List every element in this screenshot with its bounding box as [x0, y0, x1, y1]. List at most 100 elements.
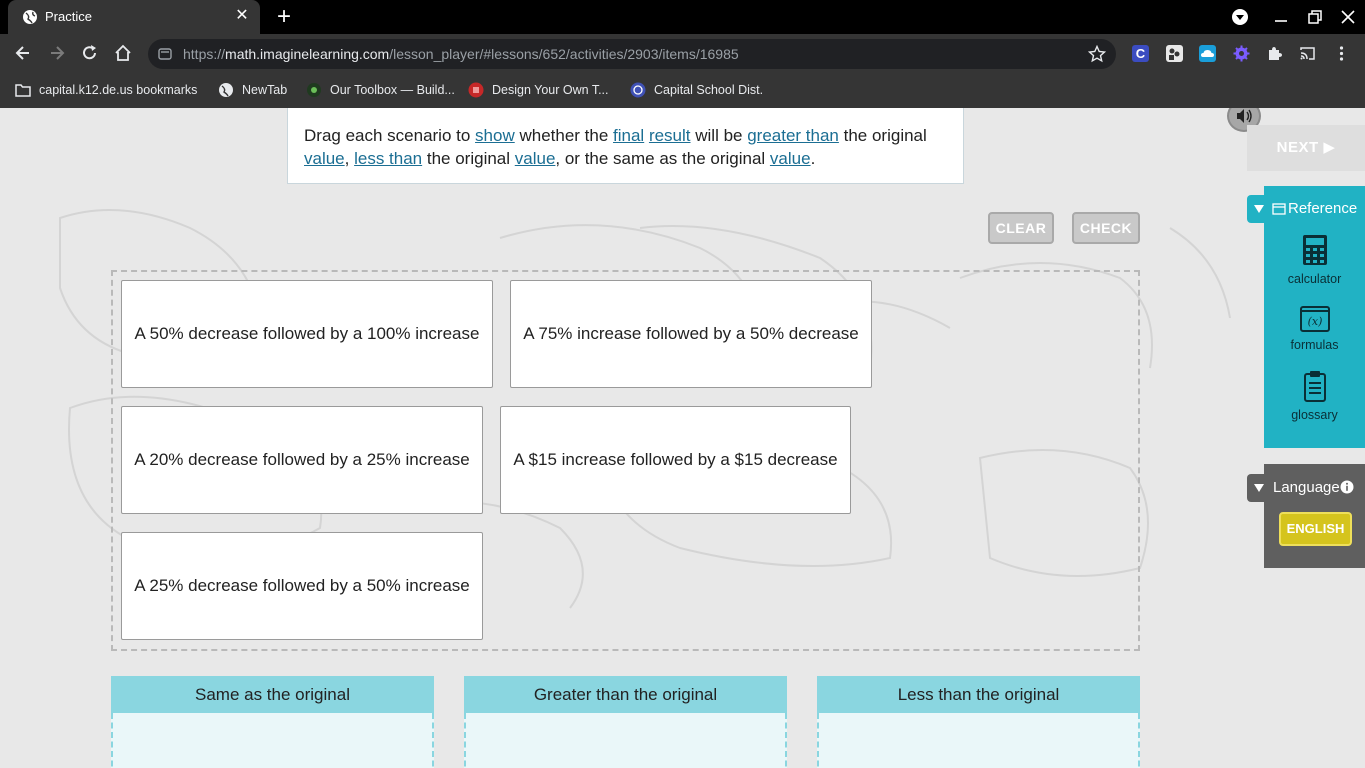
language-english-button[interactable]: ENGLISH — [1279, 512, 1352, 546]
extension-people-icon[interactable] — [1166, 45, 1183, 62]
instruction-text: Drag each scenario to show whether the f… — [304, 126, 927, 168]
reference-title: Reference — [1288, 200, 1358, 217]
bookmark-toolbox[interactable]: Our Toolbox — Build... — [306, 81, 455, 99]
url-text: https://math.imaginelearning.com/lesson_… — [183, 46, 739, 62]
extension-c-icon[interactable]: C — [1132, 45, 1149, 62]
instruction-fragment: will be — [690, 126, 748, 145]
tab-title: Practice — [45, 9, 92, 24]
forward-icon[interactable] — [47, 43, 67, 63]
cast-icon[interactable] — [1299, 45, 1316, 62]
check-button[interactable]: CHECK — [1072, 212, 1140, 244]
folder-icon — [15, 83, 31, 97]
extensions-puzzle-icon[interactable] — [1266, 45, 1283, 62]
extension-gear-icon[interactable] — [1233, 45, 1250, 62]
language-toggle[interactable]: Language — [1247, 474, 1365, 502]
instruction-fragment: , — [344, 149, 355, 168]
glossary-link-show[interactable]: show — [475, 126, 515, 145]
extension-cloud-icon[interactable] — [1199, 45, 1216, 62]
glossary-link-value[interactable]: value — [515, 149, 556, 168]
scenario-card[interactable]: A $15 increase followed by a $15 decreas… — [500, 406, 851, 514]
bin-header: Greater than the original — [464, 676, 787, 713]
clipboard-icon — [1303, 371, 1326, 402]
formulas-tool[interactable]: (x) formulas — [1264, 306, 1365, 352]
info-icon[interactable] — [1340, 480, 1354, 494]
reference-book-icon — [1272, 203, 1286, 215]
reference-toggle[interactable]: Reference — [1247, 195, 1365, 223]
triangle-down-icon — [1254, 205, 1264, 213]
bin-header: Same as the original — [111, 676, 434, 713]
bookmark-star-icon[interactable] — [1088, 45, 1106, 63]
close-tab-icon[interactable]: ✕ — [234, 8, 250, 24]
restore-icon[interactable] — [1305, 7, 1325, 27]
browser-tab-strip: Practice ✕ + — [0, 0, 1365, 34]
home-icon[interactable] — [113, 43, 133, 63]
bookmark-newtab[interactable]: NewTab — [218, 81, 287, 99]
bookmarks-bar: capital.k12.de.us bookmarks NewTab Our T… — [0, 72, 1365, 108]
scenario-card[interactable]: A 25% decrease followed by a 50% increas… — [121, 532, 483, 640]
glossary-tool[interactable]: glossary — [1264, 370, 1365, 422]
glossary-link-result[interactable]: result — [649, 126, 691, 145]
glossary-label: glossary — [1291, 408, 1338, 422]
scenario-card[interactable]: A 75% increase followed by a 50% decreas… — [510, 280, 872, 388]
back-icon[interactable] — [13, 43, 33, 63]
svg-text:(x): (x) — [1307, 315, 1322, 328]
next-button[interactable]: NEXT ▶ — [1247, 125, 1365, 171]
scenario-card[interactable]: A 20% decrease followed by a 25% increas… — [121, 406, 483, 514]
glossary-link-less-than[interactable]: less than — [354, 149, 422, 168]
url-scheme: https:// — [183, 46, 226, 62]
bin-header: Less than the original — [817, 676, 1140, 713]
url-path: /lesson_player/#lessons/652/activities/2… — [389, 46, 739, 62]
browser-toolbar: https://math.imaginelearning.com/lesson_… — [0, 34, 1365, 72]
instruction-fragment: Drag each scenario to — [304, 126, 476, 145]
new-tab-icon[interactable]: + — [274, 5, 294, 29]
address-bar[interactable]: https://math.imaginelearning.com/lesson_… — [148, 39, 1116, 69]
glossary-link-value[interactable]: value — [770, 149, 811, 168]
close-window-icon[interactable] — [1338, 7, 1358, 27]
bin-same[interactable]: Same as the original — [111, 676, 434, 768]
bookmark-label: Capital School Dist. — [654, 83, 764, 97]
bin-drop-zone[interactable] — [464, 713, 787, 768]
instruction-fragment: , or the same as the original — [555, 149, 770, 168]
calculator-icon — [1302, 235, 1327, 265]
bookmark-design[interactable]: Design Your Own T... — [468, 81, 609, 99]
lesson-player: Drag each scenario to show whether the f… — [0, 108, 1365, 768]
minimize-icon[interactable] — [1271, 7, 1291, 27]
instruction-box: Drag each scenario to show whether the f… — [287, 108, 1261, 184]
calculator-label: calculator — [1287, 272, 1342, 286]
formulas-label: formulas — [1290, 338, 1339, 352]
toolbox-icon — [307, 82, 321, 97]
language-title: Language — [1273, 479, 1340, 496]
formulas-icon: (x) — [1299, 306, 1330, 332]
bin-drop-zone[interactable] — [111, 713, 434, 768]
globe-icon — [219, 82, 233, 97]
clear-button[interactable]: CLEAR — [988, 212, 1054, 244]
glossary-link-value[interactable]: value — [304, 149, 345, 168]
reload-icon[interactable] — [80, 43, 100, 63]
instruction-fragment: . — [810, 149, 816, 168]
calculator-tool[interactable]: calculator — [1264, 234, 1365, 286]
glossary-link-greater-than[interactable]: greater than — [747, 126, 839, 145]
instruction-fragment: the original — [422, 149, 515, 168]
school-icon — [630, 82, 646, 98]
bin-less[interactable]: Less than the original — [817, 676, 1140, 768]
browser-tab-practice[interactable]: Practice ✕ — [8, 0, 260, 34]
scenario-card[interactable]: A 50% decrease followed by a 100% increa… — [121, 280, 493, 388]
instruction-fragment: the original — [838, 126, 927, 145]
url-host: math.imaginelearning.com — [225, 46, 390, 62]
bookmark-label: NewTab — [242, 83, 288, 97]
glossary-link-final[interactable]: final — [613, 126, 644, 145]
bookmark-folder-capital[interactable]: capital.k12.de.us bookmarks — [15, 81, 197, 99]
site-info-icon[interactable] — [158, 47, 172, 61]
profile-dropdown-icon[interactable] — [1230, 7, 1250, 27]
bin-drop-zone[interactable] — [817, 713, 1140, 768]
bookmark-label: Our Toolbox — Build... — [330, 83, 455, 97]
bookmark-label: capital.k12.de.us bookmarks — [39, 83, 198, 97]
globe-icon — [23, 10, 37, 24]
bookmark-label: Design Your Own T... — [492, 83, 609, 97]
bookmark-capital-school[interactable]: Capital School Dist. — [630, 81, 763, 99]
triangle-down-icon — [1254, 484, 1264, 492]
menu-kebab-icon[interactable] — [1333, 45, 1350, 62]
bin-greater[interactable]: Greater than the original — [464, 676, 787, 768]
design-icon — [468, 82, 484, 98]
instruction-fragment: whether the — [514, 126, 614, 145]
